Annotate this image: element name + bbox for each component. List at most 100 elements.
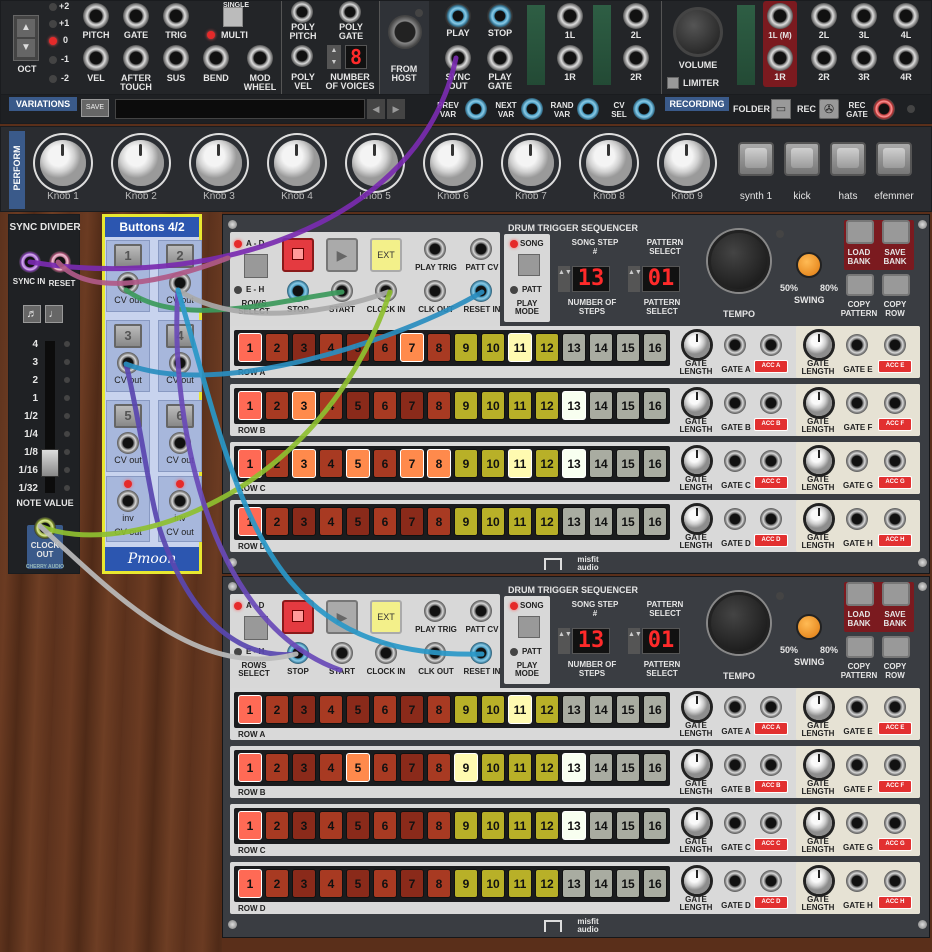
seq1-row-4-step-15[interactable]: 15 — [616, 507, 640, 536]
seq1-row-4-step-5[interactable]: 5 — [346, 507, 370, 536]
seq1-row-2-step-5[interactable]: 5 — [346, 391, 370, 420]
seq2-row-1-gate-jack-2[interactable] — [846, 696, 868, 718]
in-1l-jack[interactable] — [557, 3, 583, 29]
seq1-row-2-gate-length-knob[interactable] — [684, 390, 710, 416]
seq1-row-3-step-4[interactable]: 4 — [319, 449, 343, 478]
perform-knob-3[interactable] — [196, 140, 242, 186]
seq2-row-4-step-5[interactable]: 5 — [346, 869, 370, 898]
cv-out-jack-5[interactable] — [117, 432, 139, 454]
cv-sel-jack[interactable] — [633, 98, 655, 120]
pitch-jack[interactable] — [83, 3, 109, 29]
modwheel-jack[interactable] — [247, 45, 273, 71]
seq2-row-2-step-16[interactable]: 16 — [643, 753, 667, 782]
seq2-row-3-step-16[interactable]: 16 — [643, 811, 667, 840]
seq1-row-4-acc-jack-2[interactable] — [884, 508, 906, 530]
seq2-row-4-step-10[interactable]: 10 — [481, 869, 505, 898]
seq2-row-4-step-11[interactable]: 11 — [508, 869, 532, 898]
seq1-row-2-step-10[interactable]: 10 — [481, 391, 505, 420]
seq1-row-3-step-3[interactable]: 3 — [292, 449, 316, 478]
seq1-row-1-gate-length-knob[interactable] — [684, 332, 710, 358]
sus-jack[interactable] — [163, 45, 189, 71]
seq1-row-2-step-3[interactable]: 3 — [292, 391, 316, 420]
seq1-start-button[interactable]: ▶ — [326, 238, 358, 272]
seq1-play-trig-jack[interactable] — [424, 238, 446, 260]
seq1-row-2-step-12[interactable]: 12 — [535, 391, 559, 420]
seq2-row-2-step-13[interactable]: 13 — [562, 753, 586, 782]
seq1-row-4-step-14[interactable]: 14 — [589, 507, 613, 536]
next-var-jack[interactable] — [521, 98, 543, 120]
seq2-row-3-step-15[interactable]: 15 — [616, 811, 640, 840]
seq1-stop-jack[interactable] — [287, 280, 309, 302]
poly-gate-jack[interactable] — [339, 1, 361, 23]
seq1-row-3-step-6[interactable]: 6 — [373, 449, 397, 478]
seq1-row-3-step-8[interactable]: 8 — [427, 449, 451, 478]
perform-knob-4[interactable] — [274, 140, 320, 186]
seq1-row-2-step-14[interactable]: 14 — [589, 391, 613, 420]
note-value-slider-handle[interactable] — [41, 449, 59, 477]
pad-button-4[interactable]: 4 — [166, 324, 194, 348]
seq2-row-3-step-3[interactable]: 3 — [292, 811, 316, 840]
seq2-row-4-step-8[interactable]: 8 — [427, 869, 451, 898]
play-gate-jack[interactable] — [487, 45, 513, 71]
seq1-rows-switch[interactable] — [244, 254, 268, 278]
seq1-row-1-step-1[interactable]: 1 — [238, 333, 262, 362]
seq1-row-3-step-5[interactable]: 5 — [346, 449, 370, 478]
seq1-row-3-gate-length-knob[interactable] — [684, 448, 710, 474]
gate-jack[interactable] — [123, 3, 149, 29]
cv-out-jack-2[interactable] — [169, 272, 191, 294]
pad-button-1[interactable]: 1 — [114, 244, 142, 268]
mode-switch[interactable] — [223, 7, 243, 27]
seq2-row-2-gate-length-knob-2[interactable] — [806, 752, 832, 778]
seq2-row-1-acc-jack-2[interactable] — [884, 696, 906, 718]
seq2-row-4-step-3[interactable]: 3 — [292, 869, 316, 898]
seq1-row-2-step-7[interactable]: 7 — [400, 391, 424, 420]
seq2-row-2-step-4[interactable]: 4 — [319, 753, 343, 782]
seq1-row-1-step-16[interactable]: 16 — [643, 333, 667, 362]
seq1-row-3-step-16[interactable]: 16 — [643, 449, 667, 478]
seq1-row-1-step-13[interactable]: 13 — [562, 333, 586, 362]
volume-knob[interactable] — [673, 7, 723, 57]
seq1-row-1-step-5[interactable]: 5 — [346, 333, 370, 362]
seq1-row-1-step-12[interactable]: 12 — [535, 333, 559, 362]
out-4l-jack[interactable] — [893, 3, 919, 29]
seq2-row-3-gate-jack-2[interactable] — [846, 812, 868, 834]
out-1r-jack[interactable] — [767, 45, 793, 71]
seq1-row-1-step-14[interactable]: 14 — [589, 333, 613, 362]
seq2-copy-pattern-button[interactable] — [846, 636, 874, 658]
seq1-start-jack[interactable] — [331, 280, 353, 302]
seq1-row-4-step-11[interactable]: 11 — [508, 507, 532, 536]
seq1-row-4-acc-jack[interactable] — [760, 508, 782, 530]
seq1-row-4-step-4[interactable]: 4 — [319, 507, 343, 536]
dotted-note-icon[interactable]: ♩ — [45, 305, 63, 323]
seq2-start-button[interactable]: ▶ — [326, 600, 358, 634]
perform-knob-7[interactable] — [508, 140, 554, 186]
seq1-row-2-gate-jack-2[interactable] — [846, 392, 868, 414]
seq2-row-1-step-1[interactable]: 1 — [238, 695, 262, 724]
seq2-play-trig-jack[interactable] — [424, 600, 446, 622]
seq1-row-4-step-3[interactable]: 3 — [292, 507, 316, 536]
note-icon[interactable]: ♬ — [23, 305, 41, 323]
seq2-row-2-step-15[interactable]: 15 — [616, 753, 640, 782]
seq2-row-2-step-9[interactable]: 9 — [454, 753, 478, 782]
seq1-row-1-gate-jack[interactable] — [724, 334, 746, 356]
seq2-row-4-step-6[interactable]: 6 — [373, 869, 397, 898]
bend-jack[interactable] — [203, 45, 229, 71]
trig-jack[interactable] — [163, 3, 189, 29]
perform-button-3[interactable] — [830, 142, 866, 176]
seq1-row-2-step-16[interactable]: 16 — [643, 391, 667, 420]
seq2-row-1-step-10[interactable]: 10 — [481, 695, 505, 724]
seq2-row-4-step-13[interactable]: 13 — [562, 869, 586, 898]
inv-jack-1[interactable] — [117, 490, 139, 512]
octave-up-icon[interactable]: ▲ — [17, 19, 35, 37]
seq1-row-3-acc-jack[interactable] — [760, 450, 782, 472]
cv-out-jack-1[interactable] — [117, 272, 139, 294]
inv-jack-2[interactable] — [169, 490, 191, 512]
seq1-row-4-step-12[interactable]: 12 — [535, 507, 559, 536]
perform-button-1[interactable] — [738, 142, 774, 176]
seq2-row-1-step-11[interactable]: 11 — [508, 695, 532, 724]
seq2-clock-in-jack[interactable] — [375, 642, 397, 664]
pad-button-6[interactable]: 6 — [166, 404, 194, 428]
seq2-row-1-step-7[interactable]: 7 — [400, 695, 424, 724]
perform-knob-5[interactable] — [352, 140, 398, 186]
sync-out-jack[interactable] — [445, 45, 471, 71]
